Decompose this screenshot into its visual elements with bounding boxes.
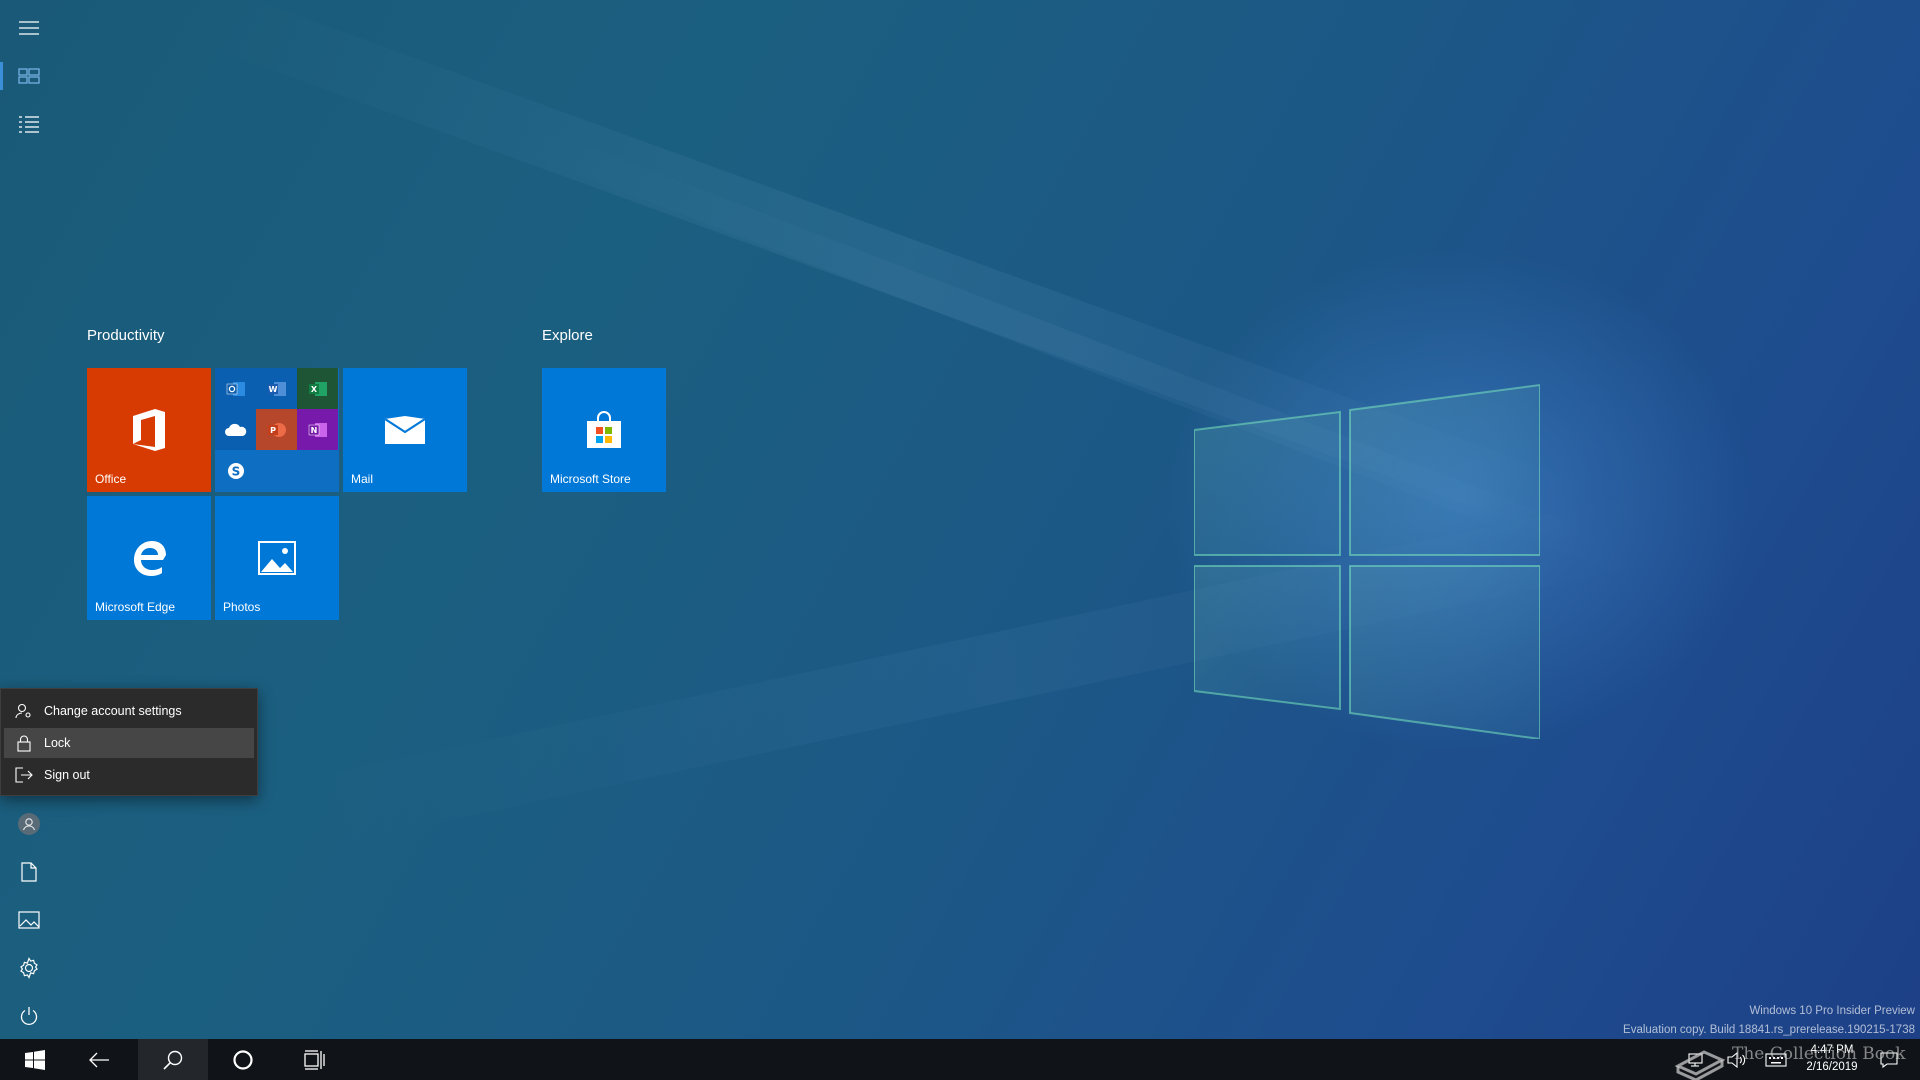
clock-time: 4:47 PM <box>1810 1044 1854 1056</box>
pictures-icon[interactable] <box>0 896 57 944</box>
sign-out-label: Sign out <box>44 768 90 782</box>
skype-icon: S <box>215 450 256 491</box>
task-view-icon[interactable] <box>280 1039 350 1080</box>
svg-text:P: P <box>270 426 276 435</box>
documents-icon[interactable] <box>0 848 57 896</box>
taskbar: 4:47 PM 2/16/2019 <box>0 1039 1920 1080</box>
power-icon[interactable] <box>0 992 57 1040</box>
microsoft-store-tile[interactable]: Microsoft Store <box>542 368 666 492</box>
microsoft-edge-tile[interactable]: Microsoft Edge <box>87 496 211 620</box>
lock-label: Lock <box>44 736 71 750</box>
build-watermark-line1: Windows 10 Pro Insider Preview <box>1749 1005 1915 1017</box>
microsoft-edge-tile-label: Microsoft Edge <box>95 600 176 614</box>
office-tile[interactable]: Office <box>87 368 211 492</box>
windows-logo-wallpaper <box>1194 383 1540 739</box>
user-avatar-icon[interactable] <box>0 800 57 848</box>
pinned-tiles-icon[interactable] <box>0 52 57 100</box>
powerpoint-icon: P <box>256 409 297 450</box>
taskbar-clock[interactable]: 4:47 PM 2/16/2019 <box>1796 1042 1868 1076</box>
back-arrow-icon[interactable] <box>64 1039 134 1080</box>
outlook-icon <box>215 368 256 409</box>
start-menu-rail <box>0 0 57 1038</box>
account-flyout-menu: Change account settings Lock Sign out <box>0 688 258 796</box>
keyboard-icon[interactable] <box>1758 1039 1794 1080</box>
mail-tile-label: Mail <box>351 472 374 486</box>
build-watermark-line2: Evaluation copy. Build 18841.rs_prerelea… <box>1623 1024 1915 1036</box>
settings-gear-icon[interactable] <box>0 944 57 992</box>
svg-text:N: N <box>310 426 317 435</box>
photos-tile-label: Photos <box>223 600 261 614</box>
sign-out-icon <box>4 767 44 783</box>
sign-out-item[interactable]: Sign out <box>4 760 254 790</box>
excel-icon: X <box>297 368 338 409</box>
microsoft-store-tile-label: Microsoft Store <box>550 472 631 486</box>
change-account-settings-item[interactable]: Change account settings <box>4 696 254 726</box>
mail-tile[interactable]: Mail <box>343 368 467 492</box>
onedrive-icon <box>215 409 256 450</box>
start-windows-icon[interactable] <box>0 1039 70 1080</box>
svg-text:S: S <box>231 464 240 478</box>
cortana-circle-icon[interactable] <box>208 1039 278 1080</box>
group-title-explore[interactable]: Explore <box>542 327 593 344</box>
office-tile-label: Office <box>95 472 127 486</box>
change-account-settings-label: Change account settings <box>44 704 182 718</box>
search-icon[interactable] <box>138 1039 208 1080</box>
hamburger-menu-icon[interactable] <box>0 4 57 52</box>
all-apps-list-icon[interactable] <box>0 100 57 148</box>
office-apps-folder-tile[interactable]: W X P N S <box>215 368 339 492</box>
svg-text:W: W <box>268 385 277 394</box>
photos-tile[interactable]: Photos <box>215 496 339 620</box>
network-icon[interactable] <box>1680 1039 1714 1080</box>
action-center-icon[interactable] <box>1872 1039 1906 1080</box>
person-settings-icon <box>4 703 44 719</box>
lock-icon <box>4 734 44 752</box>
word-icon: W <box>256 368 297 409</box>
onenote-icon: N <box>297 409 338 450</box>
group-title-productivity[interactable]: Productivity <box>87 327 165 344</box>
svg-text:X: X <box>310 385 317 394</box>
volume-icon[interactable] <box>1720 1039 1754 1080</box>
clock-date: 2/16/2019 <box>1806 1061 1858 1073</box>
lock-item[interactable]: Lock <box>4 728 254 758</box>
